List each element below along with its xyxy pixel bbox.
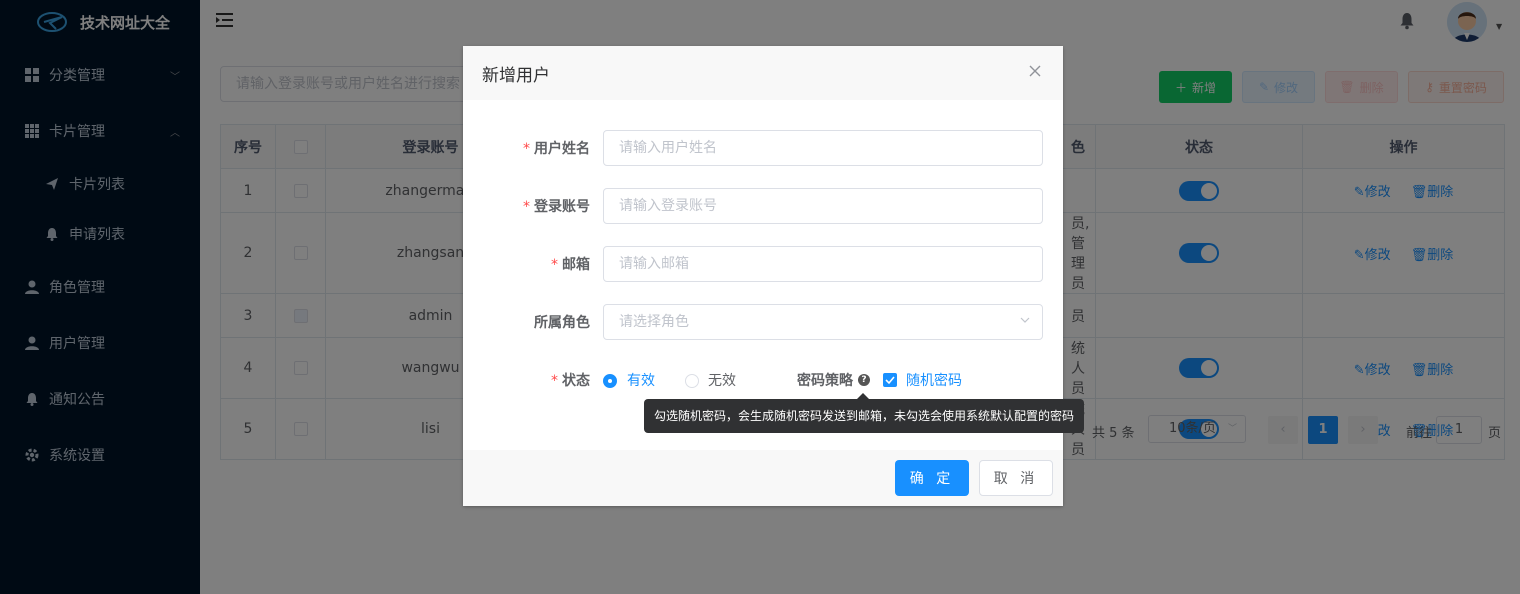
- chevron-down-icon: [1020, 317, 1030, 323]
- random-password-checkbox[interactable]: [883, 373, 897, 387]
- status-invalid-radio[interactable]: [685, 374, 699, 388]
- status-label: * 状态: [551, 373, 590, 389]
- close-icon[interactable]: [1028, 64, 1042, 78]
- status-valid-radio[interactable]: [603, 374, 617, 388]
- role-label: 所属角色: [534, 315, 590, 331]
- name-label: * 用户姓名: [523, 141, 590, 157]
- email-label: * 邮箱: [551, 257, 590, 273]
- dialog-header: 新增用户: [463, 46, 1063, 100]
- password-policy-tooltip: 勾选随机密码，会生成随机密码发送到邮箱，未勾选会使用系统默认配置的密码: [644, 393, 1084, 433]
- add-user-dialog: 新增用户 * 用户姓名 请输入用户姓名 * 登录账号 请输入登录账号 * 邮箱 请输入…: [463, 46, 1084, 506]
- status-invalid-label[interactable]: 无效: [708, 370, 736, 390]
- status-valid-label[interactable]: 有效: [627, 370, 655, 390]
- confirm-button[interactable]: 确 定: [895, 460, 969, 496]
- cancel-button[interactable]: 取 消: [979, 460, 1053, 496]
- account-label: * 登录账号: [523, 199, 590, 215]
- question-icon[interactable]: ?: [858, 374, 870, 386]
- user-name-input[interactable]: 请输入用户姓名: [603, 130, 1043, 166]
- email-input[interactable]: 请输入邮箱: [603, 246, 1043, 282]
- password-policy-label: 密码策略: [797, 373, 853, 389]
- random-password-label[interactable]: 随机密码: [906, 370, 962, 390]
- dialog-footer: 确 定 取 消: [463, 450, 1063, 506]
- account-input[interactable]: 请输入登录账号: [603, 188, 1043, 224]
- dialog-title: 新增用户: [482, 65, 550, 86]
- role-select[interactable]: 请选择角色: [603, 304, 1043, 340]
